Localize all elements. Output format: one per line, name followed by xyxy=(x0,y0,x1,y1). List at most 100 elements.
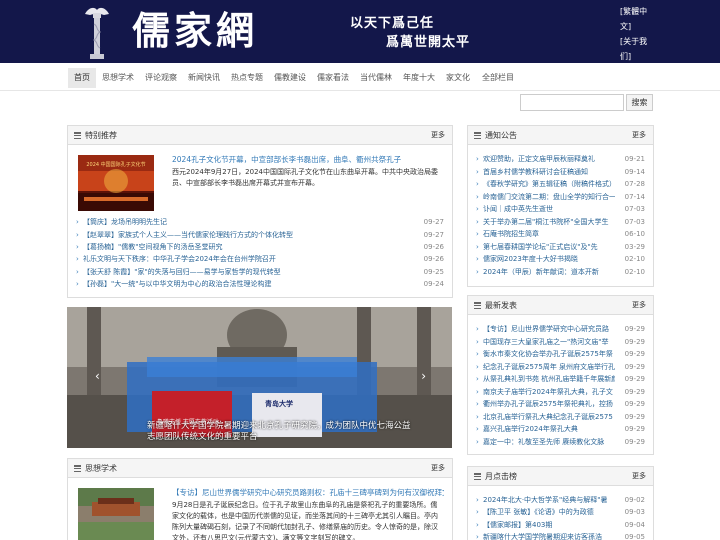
nav-item-contemporary[interactable]: 当代儒林 xyxy=(358,68,394,88)
bullet-icon: › xyxy=(476,218,479,226)
nav-item-news[interactable]: 新闻快讯 xyxy=(186,68,222,88)
nav-item-family-culture[interactable]: 家文化 xyxy=(444,68,472,88)
image-carousel[interactable]: 鲁曦支援 志愿支教活动 青岛大学 ‹ › 新疆喀什大学国学院暑期迎来北京孔子研究… xyxy=(67,307,452,448)
featured-lead-title[interactable]: 2024孔子文化节开幕，中宣部部长李书磊出席，曲阜、衢州共祭孔子 xyxy=(172,154,444,165)
about-us-link[interactable]: [关于我们] xyxy=(620,34,655,64)
carousel-next-icon[interactable]: › xyxy=(421,369,426,383)
list-item[interactable]: › 北京孔庙举行祭孔大典纪念孔子诞辰2575 09-29 xyxy=(476,411,645,423)
bullet-icon: › xyxy=(476,155,479,163)
list-item[interactable]: › 2024年北大·中大哲学系"经典与解释"暑 09-02 xyxy=(476,494,645,506)
academic-panel: 思想学术 更多 【专访】尼山世界儒学研究中心研究员路则权：孔庙十三碑亭碑到为何有… xyxy=(67,458,453,540)
list-item[interactable]: › 石庵书院招生简章 06-10 xyxy=(476,228,645,240)
list-item[interactable]: › 【儒家邮报】第403期 09-04 xyxy=(476,519,645,531)
list-icon xyxy=(474,473,481,481)
huabiao-pillar-icon xyxy=(85,7,109,59)
list-item[interactable]: › 关于举办第二届"桐江书院杯"全国大学生 07-03 xyxy=(476,216,645,228)
academic-thumbnail[interactable] xyxy=(78,488,154,540)
bullet-icon: › xyxy=(76,243,79,251)
list-item[interactable]: › 【赵翠翠】家族式个人主义——当代儒家伦理践行方式的个体化转型 09-27 xyxy=(76,229,444,241)
academic-lead-title[interactable]: 【专访】尼山世界儒学研究中心研究员路则权：孔庙十三碑亭碑到为何有汉御祝拜文字？ xyxy=(172,487,444,498)
list-item[interactable]: › 新疆喀什大学国学院暑期迎来访客孫浩 09-05 xyxy=(476,531,645,540)
nav-item-views[interactable]: 儒家看法 xyxy=(315,68,351,88)
bullet-icon: › xyxy=(476,388,479,396)
nav-item-academic[interactable]: 思想学术 xyxy=(100,68,136,88)
list-item[interactable]: › 纪念孔子诞辰2575周年 泉州府文庙举行孔 09-29 xyxy=(476,361,645,373)
bullet-icon: › xyxy=(476,230,479,238)
thumbnail-caption: 2024 中国国际孔子文化节 xyxy=(86,162,146,168)
bullet-icon: › xyxy=(476,243,479,251)
bullet-icon: › xyxy=(476,375,479,383)
carousel-caption[interactable]: 新疆喀什大学国学院暑期迎来北京孔子研究院，成为团队中优七海公益志愿团队传统文化的… xyxy=(147,421,417,443)
bullet-icon: › xyxy=(476,363,479,371)
panel-header: 思想学术 更多 xyxy=(68,459,452,478)
bullet-icon: › xyxy=(476,438,479,446)
panel-title: 通知公告 xyxy=(485,131,517,140)
list-item[interactable]: › 【孙磊】"大一统"与以中华文明为中心的政治合法性理论构建 09-24 xyxy=(76,278,444,290)
more-link[interactable]: 更多 xyxy=(632,296,646,315)
list-icon xyxy=(474,132,481,140)
list-item[interactable]: › 中国现存三大皇家孔庙之一"热河文庙"举 09-29 xyxy=(476,336,645,348)
list-item[interactable]: › 礼乐文明与天下秩序：中华孔子学会2024年会在台州学院召开 09-26 xyxy=(76,253,444,265)
search-button[interactable]: 搜索 xyxy=(626,94,653,111)
list-item[interactable]: › 【葛扬楠】"儒教"空间视角下的汤岳圣堂研究 09-26 xyxy=(76,241,444,253)
list-item[interactable]: › 嘉兴孔庙举行2024年祭孔大典 09-29 xyxy=(476,423,645,435)
academic-lead-desc: 9月28日是孔子诞辰纪念日。位于孔子故里山东曲阜的孔庙是祭祀孔子的重要场所。儒家… xyxy=(172,501,438,540)
more-link[interactable]: 更多 xyxy=(632,467,646,486)
bullet-icon: › xyxy=(476,205,479,213)
list-item[interactable]: › 第七届春耕国学论坛"正式启议"及"先 03-29 xyxy=(476,241,645,253)
slogan-line-2: 爲萬世開太平 xyxy=(386,35,471,50)
list-item[interactable]: › 《春秋学研究》第五辑征稿（附稿件格式） 07-28 xyxy=(476,178,645,190)
bullet-icon: › xyxy=(76,280,79,288)
list-item[interactable]: › 讣闻｜成中英先生逝世 07-03 xyxy=(476,203,645,215)
nav-item-commentary[interactable]: 评论观察 xyxy=(143,68,179,88)
panel-title: 月点击榜 xyxy=(485,472,517,481)
list-item[interactable]: › 儒家网2023年度十大好书揭晓 02-10 xyxy=(476,253,645,265)
list-item[interactable]: › 嘉定一中：礼敬至圣先师 赓续教化文脉 09-29 xyxy=(476,436,645,448)
nav-item-topics[interactable]: 热点专题 xyxy=(229,68,265,88)
carousel-prev-icon[interactable]: ‹ xyxy=(95,369,100,383)
list-item[interactable]: › 从祭孔典礼到书苑 杭州孔庙举籍千年展新颜 09-29 xyxy=(476,373,645,385)
nav-item-all-columns[interactable]: 全部栏目 xyxy=(480,68,516,88)
list-item[interactable]: › 衢州举办孔子诞辰2575年祭祀典礼，控扬 09-29 xyxy=(476,398,645,410)
bullet-icon: › xyxy=(476,350,479,358)
more-link[interactable]: 更多 xyxy=(431,459,445,478)
bullet-icon: › xyxy=(476,521,479,529)
panel-title: 思想学术 xyxy=(85,464,117,473)
list-item[interactable]: › 欢迎赞助，正定文庙甲辰秋丽释奠礼 09-21 xyxy=(476,153,645,165)
nav-item-home[interactable]: 首页 xyxy=(68,68,96,88)
nav-item-annual-top10[interactable]: 年度十大 xyxy=(401,68,437,88)
bullet-icon: › xyxy=(76,268,79,276)
list-item[interactable]: › 【专访】尼山世界儒学研究中心研究员路 09-29 xyxy=(476,323,645,335)
header-inner: 儒家網 以天下爲己任 爲萬世開太平 [繁體中文] [关于我们] [编辑团队] xyxy=(70,0,655,91)
more-link[interactable]: 更多 xyxy=(632,126,646,145)
featured-thumbnail[interactable]: 2024 中国国际孔子文化节 xyxy=(78,155,154,211)
bullet-icon: › xyxy=(476,268,479,276)
list-item[interactable]: › 【陈卫平 张敏】《论语》中的为政德 09-03 xyxy=(476,506,645,518)
nav-item-confucianism-building[interactable]: 儒教建设 xyxy=(272,68,308,88)
bullet-icon: › xyxy=(476,508,479,516)
list-item[interactable]: › 2024年（甲辰）新年献词：道本开新 02-10 xyxy=(476,266,645,278)
bullet-icon: › xyxy=(476,496,479,504)
list-icon xyxy=(74,132,81,140)
notices-panel: 通知公告 更多 › 欢迎赞助，正定文庙甲辰秋丽释奠礼 09-21 › 首届乡村儒学教科… xyxy=(467,125,654,287)
slogan-line-1: 以天下爲己任 xyxy=(350,16,435,31)
temple-aerial-image xyxy=(78,488,154,540)
search-input[interactable] xyxy=(520,94,624,111)
list-item[interactable]: › 衡水市秦文化协会举办孔子诞辰2575年祭 09-29 xyxy=(476,348,645,360)
bullet-icon: › xyxy=(476,338,479,346)
bullet-icon: › xyxy=(476,533,479,540)
site-logo[interactable]: 儒家網 xyxy=(132,8,258,54)
latest-panel: 最新发表 更多 › 【专访】尼山世界儒学研究中心研究员路 09-29 › 中国现存三大… xyxy=(467,295,654,455)
list-item[interactable]: › 首届乡村儒学教科研讨会征稿通知 09-14 xyxy=(476,166,645,178)
bullet-icon: › xyxy=(476,413,479,421)
list-item[interactable]: › 南京夫子庙举行2024年祭孔大典，孔子文 09-29 xyxy=(476,386,645,398)
traditional-chinese-link[interactable]: [繁體中文] xyxy=(620,4,655,34)
list-item[interactable]: › 【筒庆】龙场吊明明先生记 09-27 xyxy=(76,216,444,228)
bullet-icon: › xyxy=(476,168,479,176)
list-icon xyxy=(74,465,81,473)
panel-title: 最新发表 xyxy=(485,301,517,310)
list-item[interactable]: › 【张天舒 陈霞】"家"的失落与回归——易学与家哲学的现代转型 09-25 xyxy=(76,266,444,278)
panel-header: 月点击榜 更多 xyxy=(468,467,653,486)
list-item[interactable]: › 岭南儒门交流第二期：盘山全学的知行合一 07-14 xyxy=(476,191,645,203)
more-link[interactable]: 更多 xyxy=(431,126,445,145)
